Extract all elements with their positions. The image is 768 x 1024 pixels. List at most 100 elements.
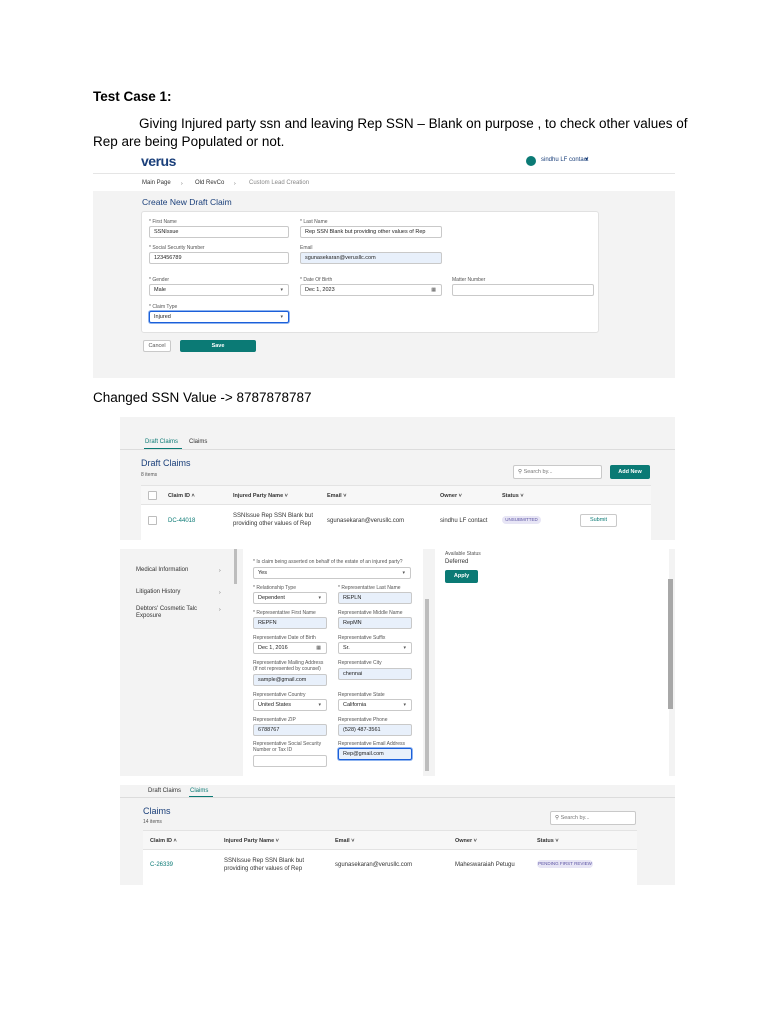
apply-button[interactable]: Apply xyxy=(445,570,478,583)
breadcrumb-old-revco[interactable]: Old RevCo xyxy=(195,180,224,187)
table-row[interactable]: DC-44018 SSNIssue Rep SSN Blank but prov… xyxy=(141,505,651,540)
form-scrollbar[interactable] xyxy=(425,599,429,771)
search-input[interactable]: ⚲ Search by... xyxy=(513,465,602,479)
user-name[interactable]: sindhu LF contact xyxy=(541,157,588,163)
claim-id-link[interactable]: DC-44018 xyxy=(168,518,195,525)
page-scrollbar[interactable] xyxy=(668,579,673,709)
mailing-address-input[interactable]: sample@gmail.com xyxy=(253,674,327,686)
col-status[interactable]: Status ˅ xyxy=(502,493,524,499)
phone-input[interactable]: (528) 487-3561 xyxy=(338,724,412,736)
top-bar: verus sindhu LF contact ▾ xyxy=(93,155,675,173)
search-icon: ⚲ xyxy=(555,815,560,821)
breadcrumb-main-page[interactable]: Main Page xyxy=(142,180,171,187)
table-header: Claim ID ˄ Injured Party Name ˅ Email ˅ … xyxy=(141,485,651,505)
col-email[interactable]: Email ˅ xyxy=(335,838,354,844)
cancel-button[interactable]: Cancel xyxy=(143,340,171,352)
col-owner[interactable]: Owner ˅ xyxy=(440,493,462,499)
relationship-label: * Relationship Type xyxy=(253,585,296,591)
nav-debtors-cosmetic-talc[interactable]: Debtors' Cosmetic Talc xyxy=(136,606,197,613)
rep-dob-label: Representative Date of Birth xyxy=(253,635,316,641)
last-name-label: * Last Name xyxy=(300,219,328,225)
select-all-checkbox[interactable] xyxy=(148,491,157,500)
col-injured-party-name[interactable]: Injured Party Name ˅ xyxy=(224,838,279,844)
claim-type-select[interactable]: Injured ▾ xyxy=(149,311,289,323)
draft-claim-form: * First Name SSNIssue * Last Name Rep SS… xyxy=(141,211,599,333)
row-checkbox[interactable] xyxy=(148,516,157,525)
col-email[interactable]: Email ˅ xyxy=(327,493,346,499)
gender-select[interactable]: Male ▾ xyxy=(149,284,289,296)
chevron-down-icon: ▾ xyxy=(403,702,406,708)
zip-input[interactable]: 6788767 xyxy=(253,724,327,736)
country-select[interactable]: United States ▾ xyxy=(253,699,327,711)
search-placeholder: Search by... xyxy=(523,469,553,475)
add-new-button[interactable]: Add New xyxy=(610,465,650,479)
chevron-down-icon: ▾ xyxy=(403,645,406,651)
col-owner[interactable]: Owner ˅ xyxy=(455,838,477,844)
dob-input[interactable]: Dec 1, 2023 ▦ xyxy=(300,284,442,296)
rep-first-name-input[interactable]: REPFN xyxy=(253,617,327,629)
available-status-label: Available Status xyxy=(445,551,481,557)
nav-medical-information[interactable]: Medical Information xyxy=(136,567,188,574)
first-name-input[interactable]: SSNIssue xyxy=(149,226,289,238)
tab-draft-claims[interactable]: Draft Claims xyxy=(145,439,178,446)
party-name-line2: providing other values of Rep xyxy=(224,866,303,872)
col-status[interactable]: Status ˅ xyxy=(537,838,559,844)
changed-ssn-text: Changed SSN Value -> 8787878787 xyxy=(93,390,312,405)
chevron-down-icon: ▾ xyxy=(318,595,321,601)
search-input[interactable]: ⚲ Search by... xyxy=(550,811,636,825)
claims-count: 14 items xyxy=(143,819,162,825)
city-input[interactable]: chennai xyxy=(338,668,412,680)
tab-claims[interactable]: Claims xyxy=(190,788,208,795)
rep-middle-name-label: Representative Middle Name xyxy=(338,610,403,616)
state-label: Representative State xyxy=(338,692,385,698)
user-menu-chevron-icon[interactable]: ▾ xyxy=(585,156,588,163)
rep-dob-input[interactable]: Dec 1, 2016 ▦ xyxy=(253,642,327,654)
rep-suffix-select[interactable]: Sr. ▾ xyxy=(338,642,412,654)
ssn-label: * Social Security Number xyxy=(149,245,205,251)
avatar-icon[interactable] xyxy=(526,156,536,166)
relationship-value: Dependent xyxy=(258,595,285,601)
state-value: California xyxy=(343,702,367,708)
calendar-icon[interactable]: ▦ xyxy=(431,285,436,295)
col-claim-id[interactable]: Claim ID ˄ xyxy=(150,838,177,844)
rep-suffix-label: Representative Suffix xyxy=(338,635,386,641)
matter-number-input[interactable] xyxy=(452,284,594,296)
country-label: Representative Country xyxy=(253,692,306,698)
ssn-input[interactable]: 123456789 xyxy=(149,252,289,264)
claim-id-link[interactable]: C-26339 xyxy=(150,862,173,869)
tab-draft-claims[interactable]: Draft Claims xyxy=(148,788,181,795)
nav-exposure[interactable]: Exposure xyxy=(136,613,161,620)
rep-email-input[interactable]: Rep@gmail.com xyxy=(338,748,412,760)
email-input[interactable]: sgunasekaran@verusllc.com xyxy=(300,252,442,264)
estate-select[interactable]: Yes ▾ xyxy=(253,567,411,579)
row-owner: sindhu LF contact xyxy=(440,518,488,524)
search-icon: ⚲ xyxy=(518,469,523,475)
save-button[interactable]: Save xyxy=(180,340,256,352)
col-claim-id[interactable]: Claim ID ˄ xyxy=(168,493,195,499)
party-name-line1: SSNIssue Rep SSN Blank but xyxy=(224,858,305,864)
gender-label: * Gender xyxy=(149,277,170,283)
rep-ssn-input[interactable] xyxy=(253,755,327,767)
tab-claims[interactable]: Claims xyxy=(189,439,207,446)
nav-litigation-history[interactable]: Litigation History xyxy=(136,589,180,596)
last-name-input[interactable]: Rep SSN Blank but providing other values… xyxy=(300,226,442,238)
left-scrollbar[interactable] xyxy=(234,549,237,584)
form-title: Create New Draft Claim xyxy=(142,197,232,207)
state-select[interactable]: California ▾ xyxy=(338,699,412,711)
estate-value: Yes xyxy=(258,570,267,576)
chevron-down-icon: ▾ xyxy=(318,702,321,708)
rep-middle-name-input[interactable]: RepMN xyxy=(338,617,412,629)
rep-first-name-label: * Representative First Name xyxy=(253,610,316,616)
breadcrumb: Main Page › Old RevCo › Custom Lead Crea… xyxy=(93,173,675,191)
country-value: United States xyxy=(258,702,292,708)
table-row[interactable]: C-26339 SSNIssue Rep SSN Blank but provi… xyxy=(143,850,637,885)
rep-last-name-input[interactable]: REPLN xyxy=(338,592,412,604)
col-injured-party-name[interactable]: Injured Party Name ˅ xyxy=(233,493,288,499)
chevron-down-icon: ▾ xyxy=(280,287,283,293)
calendar-icon[interactable]: ▦ xyxy=(316,643,321,653)
submit-button[interactable]: Submit xyxy=(580,514,617,527)
left-nav: ​ Medical Information › Litigation Histo… xyxy=(120,549,237,776)
relationship-select[interactable]: Dependent ▾ xyxy=(253,592,327,604)
rep-form: * Is claim being asserted on behalf of t… xyxy=(243,549,423,776)
screenshot-representative-details: ​ Medical Information › Litigation Histo… xyxy=(120,549,675,776)
